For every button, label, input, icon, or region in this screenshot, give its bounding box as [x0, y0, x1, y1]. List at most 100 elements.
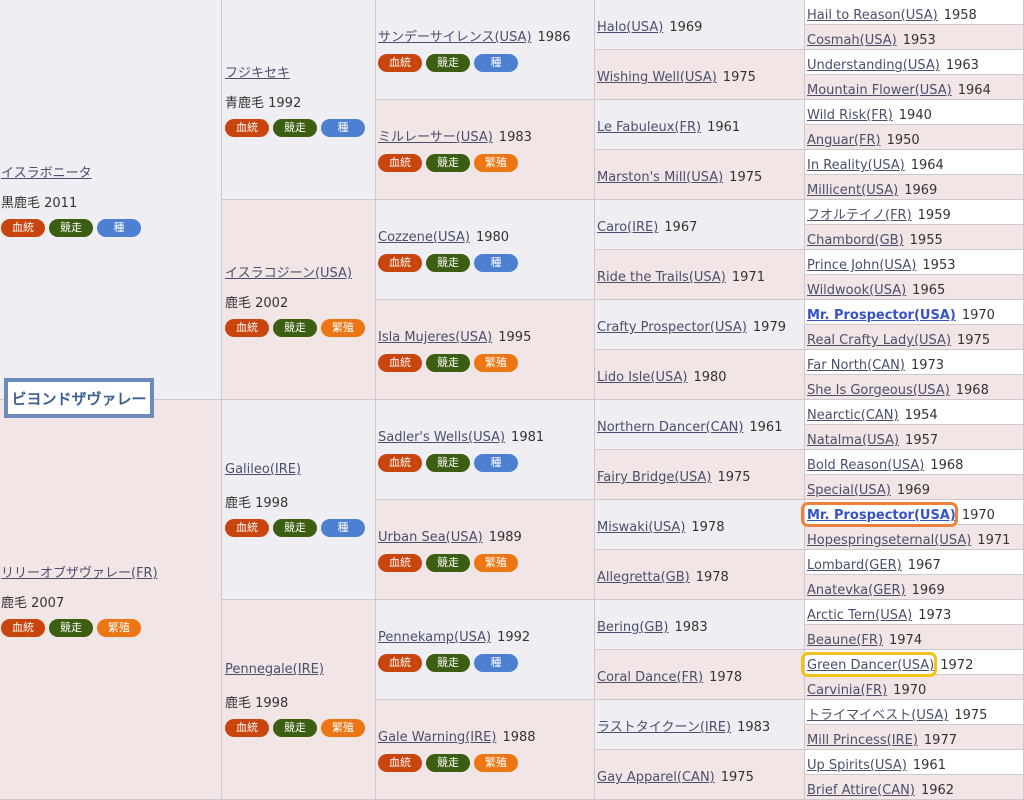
horse-name-link[interactable]: Mill Princess(IRE) [807, 733, 918, 748]
horse-name-link[interactable]: Lombard(GER) [807, 558, 902, 573]
horse-name-link[interactable]: Hopespringseternal(USA) [807, 533, 971, 548]
horse-name-link[interactable]: Galileo(IRE) [225, 462, 301, 477]
horse-name-link[interactable]: Wildwook(USA) [807, 283, 906, 298]
badge-race-button[interactable]: 競走 [273, 519, 317, 537]
horse-name-link[interactable]: Mountain Flower(USA) [807, 83, 952, 98]
horse-name-link[interactable]: Wild Risk(FR) [807, 108, 893, 123]
horse-name-link[interactable]: In Reality(USA) [807, 158, 905, 173]
horse-name-link[interactable]: Millicent(USA) [807, 183, 898, 198]
horse-name-link[interactable]: Cozzene(USA) [378, 230, 470, 245]
horse-name-link[interactable]: Pennekamp(USA) [378, 630, 491, 645]
badge-race-button[interactable]: 競走 [426, 254, 470, 272]
horse-name-link[interactable]: Up Spirits(USA) [807, 758, 907, 773]
horse-name-link[interactable]: Cosmah(USA) [807, 33, 897, 48]
horse-name-link[interactable]: Allegretta(GB) [597, 570, 690, 585]
horse-name-link[interactable]: Natalma(USA) [807, 433, 899, 448]
horse-name-link[interactable]: Gale Warning(IRE) [378, 730, 496, 745]
badge-pedigree-button[interactable]: 血統 [225, 519, 269, 537]
horse-name-link[interactable]: Miswaki(USA) [597, 520, 685, 535]
horse-name-link[interactable]: Le Fabuleux(FR) [597, 120, 701, 135]
badge-pedigree-button[interactable]: 血統 [378, 454, 422, 472]
badge-race-button[interactable]: 競走 [426, 754, 470, 772]
horse-name-link[interactable]: Urban Sea(USA) [378, 530, 483, 545]
badge-pedigree-button[interactable]: 血統 [378, 54, 422, 72]
horse-name-link[interactable]: Mr. Prospector(USA) [807, 508, 956, 523]
horse-name-link[interactable]: フジキセキ [225, 62, 290, 81]
horse-name-link[interactable]: Far North(CAN) [807, 358, 905, 373]
horse-name-link[interactable]: ミルレーサー(USA) [378, 130, 493, 145]
badge-race-button[interactable]: 競走 [426, 554, 470, 572]
horse-name-link[interactable]: Fairy Bridge(USA) [597, 470, 711, 485]
horse-name-link[interactable]: Hail to Reason(USA) [807, 8, 938, 23]
horse-name-link[interactable]: Halo(USA) [597, 20, 663, 35]
badge-breeding-button[interactable]: 繁殖 [474, 354, 518, 372]
horse-name-link[interactable]: イスラコジーン(USA) [225, 262, 352, 281]
horse-name-link[interactable]: She Is Gorgeous(USA) [807, 383, 950, 398]
badge-pedigree-button[interactable]: 血統 [225, 119, 269, 137]
horse-name-link[interactable]: Special(USA) [807, 483, 891, 498]
badge-pedigree-button[interactable]: 血統 [378, 554, 422, 572]
horse-name-link[interactable]: Gay Apparel(CAN) [597, 770, 715, 785]
horse-name-link[interactable]: Bold Reason(USA) [807, 458, 924, 473]
badge-breeding-button[interactable]: 繁殖 [474, 554, 518, 572]
horse-name-link[interactable]: Lido Isle(USA) [597, 370, 687, 385]
badge-pedigree-button[interactable]: 血統 [378, 754, 422, 772]
badge-race-button[interactable]: 競走 [426, 454, 470, 472]
horse-name-link[interactable]: Caro(IRE) [597, 220, 658, 235]
horse-name-link[interactable]: Chambord(GB) [807, 233, 904, 248]
horse-name-link[interactable]: Bering(GB) [597, 620, 669, 635]
horse-name-link[interactable]: リリーオブザヴァレー(FR) [1, 562, 158, 581]
badge-race-button[interactable]: 競走 [426, 354, 470, 372]
horse-name-link[interactable]: サンデーサイレンス(USA) [378, 30, 532, 45]
badge-pedigree-button[interactable]: 血統 [378, 354, 422, 372]
badge-breeding-button[interactable]: 繁殖 [321, 319, 365, 337]
badge-sire-button[interactable]: 種 [321, 519, 365, 537]
horse-name-link[interactable]: Prince John(USA) [807, 258, 916, 273]
badge-pedigree-button[interactable]: 血統 [225, 319, 269, 337]
badge-pedigree-button[interactable]: 血統 [378, 154, 422, 172]
horse-name-link[interactable]: Anguar(FR) [807, 133, 881, 148]
horse-name-link[interactable]: Brief Attire(CAN) [807, 783, 915, 798]
badge-sire-button[interactable]: 種 [321, 119, 365, 137]
badge-sire-button[interactable]: 種 [474, 254, 518, 272]
horse-name-link[interactable]: ラストタイクーン(IRE) [597, 720, 731, 735]
badge-breeding-button[interactable]: 繁殖 [474, 154, 518, 172]
horse-name-link[interactable]: Coral Dance(FR) [597, 670, 703, 685]
badge-race-button[interactable]: 競走 [426, 654, 470, 672]
badge-race-button[interactable]: 競走 [49, 619, 93, 637]
horse-name-link[interactable]: Green Dancer(USA) [807, 658, 934, 673]
horse-name-link[interactable]: Carvinia(FR) [807, 683, 887, 698]
horse-name-link[interactable]: Ride the Trails(USA) [597, 270, 726, 285]
badge-pedigree-button[interactable]: 血統 [1, 219, 45, 237]
horse-name-link[interactable]: Beaune(FR) [807, 633, 883, 648]
horse-name-link[interactable]: Understanding(USA) [807, 58, 940, 73]
badge-pedigree-button[interactable]: 血統 [225, 719, 269, 737]
badge-sire-button[interactable]: 種 [474, 654, 518, 672]
horse-name-link[interactable]: フオルテイノ(FR) [807, 208, 912, 223]
badge-pedigree-button[interactable]: 血統 [378, 654, 422, 672]
horse-name-link[interactable]: Nearctic(CAN) [807, 408, 899, 423]
horse-name-link[interactable]: Arctic Tern(USA) [807, 608, 912, 623]
horse-name-link[interactable]: Real Crafty Lady(USA) [807, 333, 951, 348]
badge-race-button[interactable]: 競走 [426, 54, 470, 72]
horse-name-link[interactable]: Wishing Well(USA) [597, 70, 717, 85]
badge-breeding-button[interactable]: 繁殖 [321, 719, 365, 737]
badge-pedigree-button[interactable]: 血統 [1, 619, 45, 637]
horse-name-link[interactable]: トライマイベスト(USA) [807, 708, 948, 723]
horse-name-link[interactable]: Marston's Mill(USA) [597, 170, 723, 185]
horse-name-link[interactable]: Isla Mujeres(USA) [378, 330, 492, 345]
horse-name-link[interactable]: イスラボニータ [1, 162, 92, 181]
horse-name-link[interactable]: Sadler's Wells(USA) [378, 430, 505, 445]
badge-sire-button[interactable]: 種 [474, 54, 518, 72]
badge-breeding-button[interactable]: 繁殖 [474, 754, 518, 772]
horse-name-link[interactable]: Pennegale(IRE) [225, 662, 324, 677]
horse-name-link[interactable]: Northern Dancer(CAN) [597, 420, 743, 435]
badge-breeding-button[interactable]: 繁殖 [97, 619, 141, 637]
badge-race-button[interactable]: 競走 [426, 154, 470, 172]
badge-sire-button[interactable]: 種 [97, 219, 141, 237]
badge-race-button[interactable]: 競走 [273, 319, 317, 337]
horse-name-link[interactable]: Anatevka(GER) [807, 583, 906, 598]
badge-race-button[interactable]: 競走 [273, 719, 317, 737]
horse-name-link[interactable]: Crafty Prospector(USA) [597, 320, 747, 335]
badge-race-button[interactable]: 競走 [273, 119, 317, 137]
